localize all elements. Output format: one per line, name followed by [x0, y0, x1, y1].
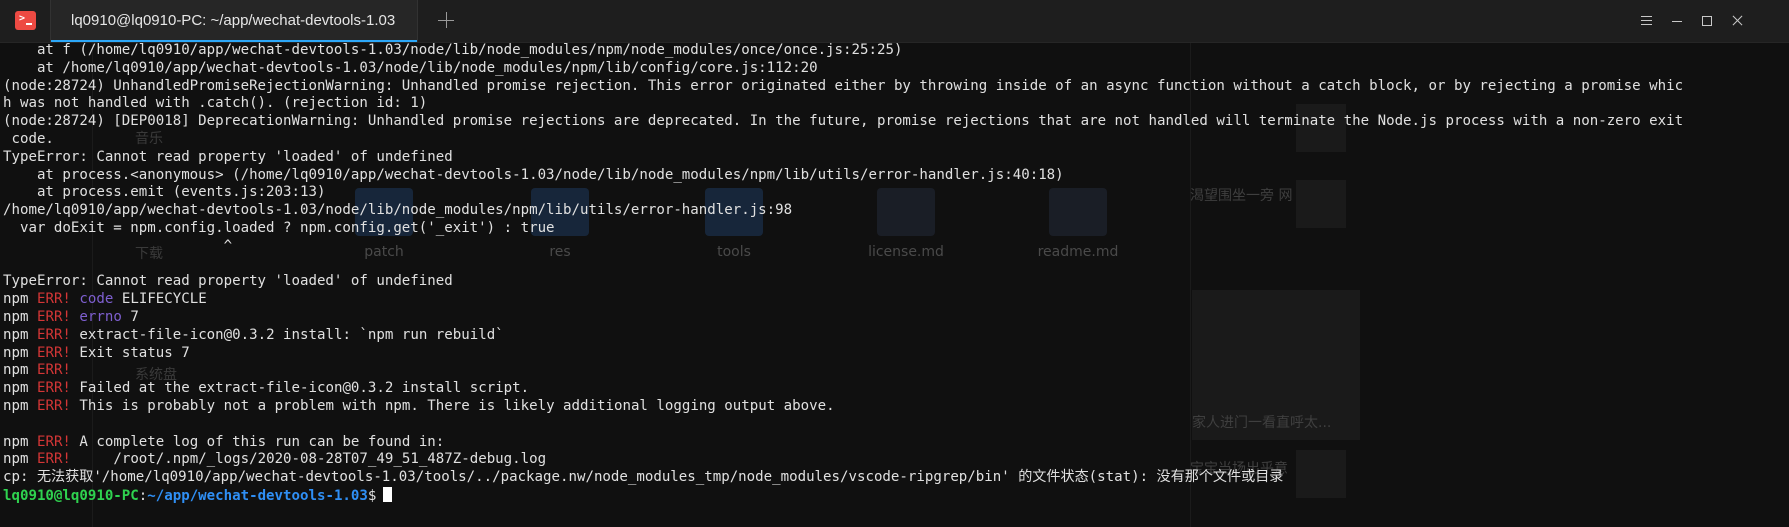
title-bar: > lq0910@lq0910-PC: ~/app/wechat-devtool… — [0, 0, 1789, 43]
new-tab-plus-icon[interactable] — [432, 7, 460, 35]
terminal-icon[interactable]: > — [15, 11, 36, 30]
npm-err-line: npm ERR! code ELIFECYCLE — [3, 291, 207, 308]
terminal-line: ^ — [3, 237, 233, 254]
npm-err-line: npm ERR! extract-file-icon@0.3.2 install… — [3, 326, 504, 343]
close-icon[interactable] — [1725, 9, 1751, 33]
prompt-separator: : — [138, 487, 148, 504]
terminal-line: code. — [3, 130, 54, 147]
prompt-path: ~/app/wechat-devtools-1.03 — [147, 487, 368, 504]
terminal-line: (node:28724) [DEP0018] DeprecationWarnin… — [3, 113, 1684, 130]
shell-prompt[interactable]: lq0910@lq0910-PC:~/app/wechat-devtools-1… — [3, 486, 1787, 505]
terminal-line: at /home/lq0910/app/wechat-devtools-1.03… — [3, 59, 818, 76]
npm-err-line: npm ERR! /root/.npm/_logs/2020-08-28T07_… — [3, 451, 547, 468]
terminal-line: h was not handled with .catch(). (reject… — [3, 95, 428, 112]
terminal-line: at process.emit (events.js:203:13) — [3, 184, 326, 201]
maximize-icon[interactable] — [1694, 9, 1720, 33]
menu-icon[interactable] — [1633, 9, 1659, 33]
terminal-line: TypeError: Cannot read property 'loaded'… — [3, 273, 453, 290]
minimize-icon[interactable] — [1664, 9, 1690, 33]
cp-error-line: cp: 无法获取'/home/lq0910/app/wechat-devtool… — [3, 469, 1284, 486]
npm-err-line: npm ERR! This is probably not a problem … — [3, 397, 835, 414]
tab-terminal[interactable]: lq0910@lq0910-PC: ~/app/wechat-devtools-… — [50, 0, 418, 42]
text-cursor — [383, 486, 393, 502]
tab-title: lq0910@lq0910-PC: ~/app/wechat-devtools-… — [71, 12, 396, 29]
npm-err-line: npm ERR! errno 7 — [3, 308, 139, 325]
prompt-symbol: $ — [367, 487, 377, 504]
terminal-line: (node:28724) UnhandledPromiseRejectionWa… — [3, 77, 1684, 94]
npm-err-line: npm ERR! — [3, 362, 71, 379]
npm-err-line: npm ERR! Exit status 7 — [3, 344, 190, 361]
terminal-line: var doExit = npm.config.loaded ? npm.con… — [3, 219, 555, 236]
scrollbar[interactable] — [1783, 44, 1787, 525]
npm-err-line: npm ERR! Failed at the extract-file-icon… — [3, 380, 530, 397]
terminal-line: TypeError: Cannot read property 'loaded'… — [3, 148, 453, 165]
prompt-user-host: lq0910@lq0910-PC — [3, 487, 139, 504]
terminal-line: /home/lq0910/app/wechat-devtools-1.03/no… — [3, 202, 793, 219]
active-tab-indicator — [51, 40, 417, 42]
terminal-output[interactable]: at f (/home/lq0910/app/wechat-devtools-1… — [3, 42, 1787, 527]
npm-err-line: npm ERR! A complete log of this run can … — [3, 433, 445, 450]
terminal-line: at process.<anonymous> (/home/lq0910/app… — [3, 166, 1064, 183]
terminal-line: at f (/home/lq0910/app/wechat-devtools-1… — [3, 42, 903, 58]
terminal-window: patch res tools license.md readme.md 音乐 … — [0, 0, 1789, 527]
